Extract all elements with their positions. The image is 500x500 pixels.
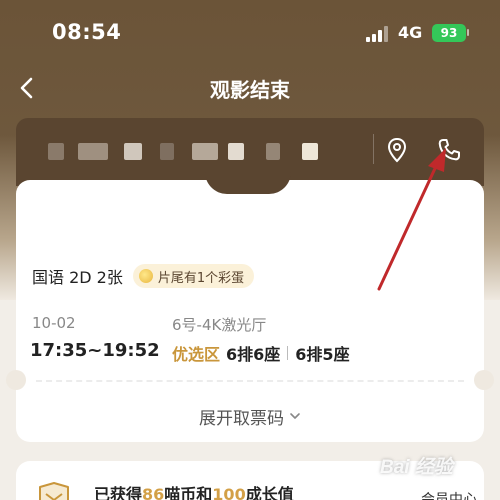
ticket-side-notch-right <box>474 370 494 390</box>
status-bar: 08:54 4G 93 <box>0 0 500 62</box>
ticket-info-row: 国语 2D 2张 片尾有1个彩蛋 <box>32 263 255 289</box>
ticket-dash-divider <box>36 380 464 382</box>
chevron-down-icon <box>290 413 300 419</box>
seat-item: 6排5座 <box>295 345 350 364</box>
show-time: 17:35~19:52 <box>30 340 160 361</box>
watermark: Bai 经验 <box>380 457 453 478</box>
reward-coins: 86 <box>142 485 165 500</box>
reward-prefix: 已获得 <box>94 485 143 500</box>
battery-cap <box>467 29 469 36</box>
blurred-cinema-name <box>302 143 318 160</box>
status-time: 08:54 <box>52 20 122 44</box>
blurred-cinema-name <box>78 143 108 160</box>
seat-item: 6排6座 <box>226 345 281 364</box>
blurred-cinema-name <box>192 143 218 160</box>
easter-egg-label: 片尾有1个彩蛋 <box>157 270 245 286</box>
show-date: 10-02 <box>32 314 76 332</box>
seat-zone: 优选区 <box>172 345 221 364</box>
blurred-cinema-name <box>228 143 244 160</box>
call-button[interactable] <box>434 135 464 165</box>
signal-icon <box>366 26 388 42</box>
easter-egg-badge[interactable]: 片尾有1个彩蛋 <box>132 264 255 288</box>
gift-icon <box>39 482 69 500</box>
location-button[interactable] <box>382 135 412 165</box>
seat-separator <box>287 346 289 360</box>
expand-label: 展开取票码 <box>199 408 284 429</box>
nav-bar: 观影结束 <box>0 62 500 114</box>
divider <box>373 134 374 164</box>
blurred-cinema-name <box>160 143 174 160</box>
blurred-cinema-name <box>266 143 280 160</box>
reward-growth: 100 <box>212 485 246 500</box>
hall-name: 6号-4K激光厅 <box>172 316 267 334</box>
expand-ticket-code-button[interactable]: 展开取票码 <box>16 396 484 436</box>
member-center-link[interactable]: 会员中心 > <box>421 489 484 500</box>
battery-level: 93 <box>440 26 458 40</box>
page-title: 观影结束 <box>210 78 290 102</box>
language-format: 国语 2D 2张 <box>32 268 123 287</box>
seat-info: 优选区 6排6座 6排5座 <box>172 341 350 365</box>
network-label: 4G <box>398 23 423 42</box>
ticket-side-notch-left <box>6 370 26 390</box>
location-pin-icon <box>387 137 407 163</box>
reward-suffix: 成长值 <box>245 485 294 500</box>
egg-icon <box>138 269 153 283</box>
reward-middle: 喵币和 <box>164 485 213 500</box>
reward-summary: 已获得86喵币和100成长值 <box>94 481 294 500</box>
phone-icon <box>438 139 460 161</box>
ticket-notch <box>205 172 291 194</box>
battery-icon: 93 <box>432 24 466 42</box>
blurred-cinema-name <box>124 143 142 160</box>
blurred-cinema-name <box>48 143 64 160</box>
